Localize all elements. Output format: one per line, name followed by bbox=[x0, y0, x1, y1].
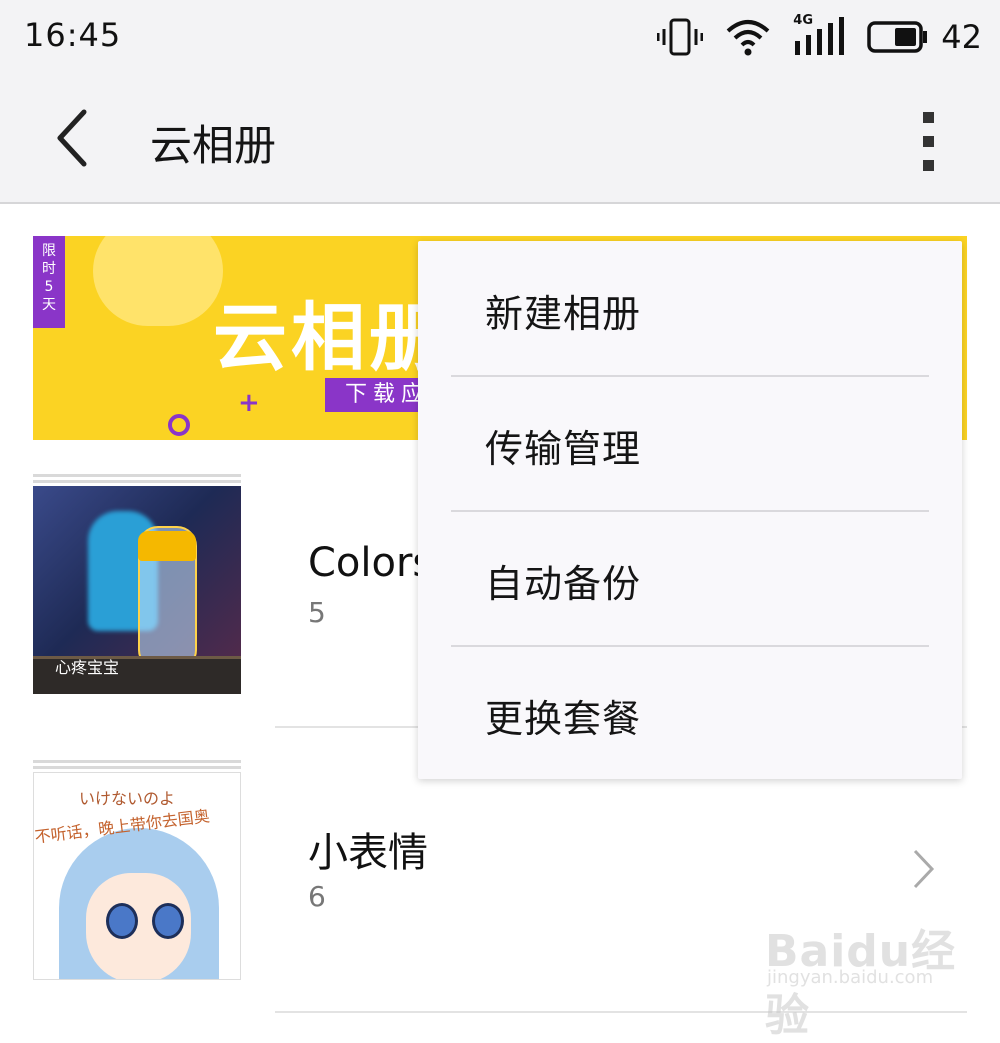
watermark-url: jingyan.baidu.com bbox=[767, 967, 934, 988]
album-count: 6 bbox=[308, 880, 326, 913]
menu-item-label: 更换套餐 bbox=[485, 697, 642, 741]
banner-cloud-decoration bbox=[93, 236, 223, 326]
thumbnail-eye bbox=[152, 903, 184, 939]
badge-char: 时 bbox=[42, 261, 56, 277]
vibrate-icon bbox=[657, 18, 704, 56]
stack-edge bbox=[33, 760, 241, 763]
stack-edge bbox=[33, 474, 241, 477]
badge-char: 限 bbox=[42, 243, 56, 259]
stack-edge bbox=[33, 480, 241, 483]
wifi-icon bbox=[726, 20, 770, 56]
thumbnail-caption: 心疼宝宝 bbox=[55, 658, 120, 677]
page-title: 云相册 bbox=[150, 121, 277, 170]
menu-item-new-album[interactable]: 新建相册 bbox=[418, 241, 962, 375]
ring-decoration-icon bbox=[168, 414, 190, 436]
menu-item-change-plan[interactable]: 更换套餐 bbox=[418, 646, 962, 780]
album-thumbnail: 心疼宝宝 bbox=[33, 486, 241, 694]
chevron-right-icon bbox=[913, 849, 935, 889]
album-thumbnail: いけないのよ 不听话，晚上带你去国奥 bbox=[33, 772, 241, 980]
thumbnail-bottle-cap bbox=[138, 531, 196, 561]
overflow-menu: 新建相册 传输管理 自动备份 更换套餐 bbox=[418, 241, 962, 779]
app-bar: 云相册 bbox=[0, 78, 1000, 204]
limited-time-badge: 限 时 5 天 bbox=[33, 236, 65, 328]
plus-decoration-icon: + bbox=[238, 388, 260, 418]
battery: 42 bbox=[867, 18, 982, 56]
thumbnail-eye bbox=[106, 903, 138, 939]
status-time: 16:45 bbox=[24, 16, 122, 54]
badge-char: 天 bbox=[42, 297, 56, 313]
menu-item-label: 新建相册 bbox=[485, 292, 642, 336]
battery-level: 42 bbox=[941, 18, 982, 56]
thumbnail-caption: いけないのよ bbox=[79, 789, 176, 808]
menu-item-auto-backup[interactable]: 自动备份 bbox=[418, 511, 962, 645]
more-options-button[interactable] bbox=[912, 108, 946, 178]
badge-char: 5 bbox=[44, 279, 54, 295]
banner-headline: 云相册 bbox=[213, 295, 447, 381]
back-button[interactable] bbox=[50, 108, 100, 168]
menu-item-label: 自动备份 bbox=[485, 562, 642, 606]
menu-item-label: 传输管理 bbox=[485, 427, 642, 471]
status-icons: 4G 42 bbox=[657, 12, 982, 62]
album-name: Colors bbox=[308, 540, 434, 586]
cellular-signal-icon: 4G bbox=[793, 13, 845, 57]
album-name: 小表情 bbox=[308, 830, 428, 876]
menu-item-transfer-management[interactable]: 传输管理 bbox=[418, 376, 962, 510]
status-bar: 16:45 4G 42 bbox=[0, 0, 1000, 78]
baidu-watermark: Baidu经验 jingyan.baidu.com bbox=[765, 905, 985, 1041]
stack-edge bbox=[33, 766, 241, 769]
battery-icon bbox=[867, 21, 928, 53]
album-count: 5 bbox=[308, 596, 326, 629]
